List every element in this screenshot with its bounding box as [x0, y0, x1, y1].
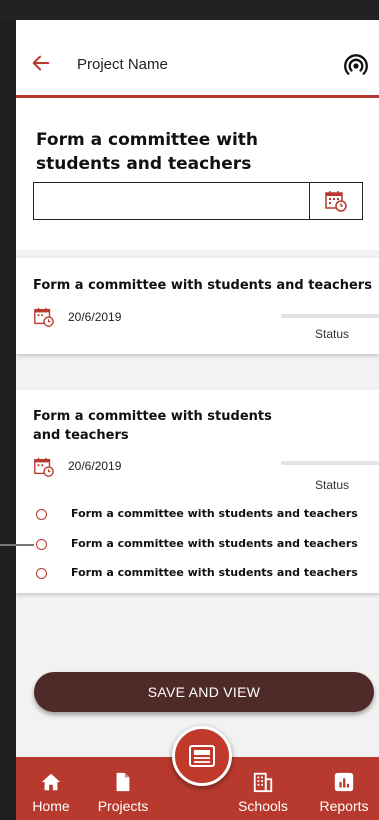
nav-item-schools[interactable]: Schools: [228, 757, 298, 820]
card-title: Form a committee with students and teach…: [33, 409, 272, 443]
nav-label: Reports: [319, 798, 369, 814]
center-action-button[interactable]: [172, 726, 232, 786]
calendar-clock-icon: [34, 457, 54, 477]
form-title: Form a committee with students and teach…: [36, 130, 259, 174]
wifi-tethering-icon[interactable]: [343, 53, 369, 79]
status-progress-bar: [281, 314, 379, 318]
subtask-item[interactable]: Form a committee with students and teach…: [36, 566, 379, 584]
nav-item-projects[interactable]: Projects: [88, 757, 158, 820]
calendar-clock-icon: [325, 191, 347, 212]
date-input[interactable]: [34, 183, 310, 219]
bar-chart-icon: [334, 772, 354, 792]
subtask-item[interactable]: Form a committee with students and teach…: [36, 537, 379, 555]
top-app-bar: Project Name: [16, 20, 379, 98]
calendar-picker-button[interactable]: [309, 183, 362, 219]
subtask-label: Form a committee with students and teach…: [71, 566, 358, 579]
back-arrow-icon[interactable]: [30, 52, 52, 74]
status-progress-bar: [281, 461, 379, 465]
task-card-expanded[interactable]: Form a committee with students and teach…: [16, 390, 379, 593]
nav-item-home[interactable]: Home: [16, 757, 86, 820]
nav-label: Home: [32, 798, 70, 814]
nav-label: Projects: [97, 798, 149, 814]
building-icon: [253, 772, 273, 793]
status-label: Status: [315, 478, 350, 492]
left-gutter: [0, 20, 16, 820]
page-title: Project Name: [77, 56, 168, 73]
home-icon: [41, 773, 61, 791]
calendar-clock-icon: [34, 307, 54, 327]
subtask-label: Form a committee with students and teach…: [71, 537, 358, 550]
save-and-view-button[interactable]: SAVE AND VIEW: [34, 672, 374, 712]
task-form-section: Form a committee with students and teach…: [16, 98, 379, 250]
status-bar: [0, 0, 379, 20]
radio-button[interactable]: [36, 509, 47, 520]
radio-button[interactable]: [36, 539, 47, 550]
nav-label: Schools: [238, 798, 288, 814]
card-date: 20/6/2019: [68, 310, 122, 324]
status-label: Status: [315, 327, 350, 341]
card-title: Form a committee with students and teach…: [33, 278, 372, 293]
task-card[interactable]: Form a committee with students and teach…: [16, 258, 379, 354]
newspaper-icon: [189, 745, 215, 767]
connector-line: [0, 544, 34, 546]
subtask-item[interactable]: Form a committee with students and teach…: [36, 507, 379, 525]
app-screen: Project Name Form a committee with stude…: [16, 20, 379, 820]
radio-button[interactable]: [36, 568, 47, 579]
card-date: 20/6/2019: [68, 459, 122, 473]
nav-item-reports[interactable]: Reports: [309, 757, 379, 820]
document-icon: [116, 772, 130, 792]
date-field: [33, 182, 363, 220]
subtask-label: Form a committee with students and teach…: [71, 507, 358, 520]
